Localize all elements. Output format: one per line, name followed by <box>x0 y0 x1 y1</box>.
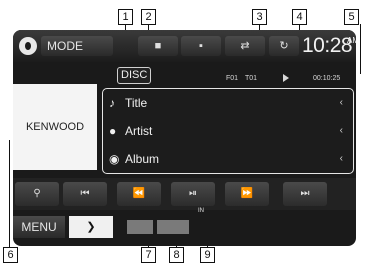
source-badge: DISC <box>117 67 152 84</box>
music-note-icon: ♪ <box>109 96 115 110</box>
indicator-7 <box>127 220 153 234</box>
callout-8: 8 <box>169 247 184 263</box>
skip-forward-icon: ⏭ <box>300 188 310 199</box>
next-track-button[interactable]: ⏭ <box>283 182 327 206</box>
tag-label-album: Album <box>125 152 160 166</box>
tag-label-title: Title <box>125 96 148 110</box>
next-page-button[interactable]: ❯ <box>69 216 113 238</box>
callout-4: 4 <box>292 9 307 25</box>
folder-number: F01 <box>226 75 239 82</box>
repeat-button[interactable]: ↻ <box>269 36 299 56</box>
tag-row-title[interactable]: ♪ Title ‹ <box>103 89 353 117</box>
indicator-8 <box>157 220 189 234</box>
tag-label-artist: Artist <box>125 124 153 138</box>
callout-2: 2 <box>141 9 156 25</box>
disc-source-icon <box>19 37 37 55</box>
tag-row-artist[interactable]: ● Artist ‹ <box>103 117 353 145</box>
top-bar: MODE ■ ▪ ⇄ ↻ 10:28 AM <box>13 30 356 62</box>
search-icon: ⚲ <box>33 188 41 199</box>
artwork[interactable]: KENWOOD <box>13 84 97 170</box>
random-button[interactable]: ⇄ <box>225 36 265 56</box>
play-pause-button[interactable]: ⏯ <box>171 182 215 206</box>
tag-info-panel: ♪ Title ‹ ● Artist ‹ ◉ Album ‹ <box>102 88 354 174</box>
chevron-left-icon: ‹ <box>339 125 343 136</box>
callout-line-6 <box>9 140 10 247</box>
elapsed-time: 00:10:25 <box>313 75 341 82</box>
callout-line-5 <box>360 24 361 74</box>
track-number: T01 <box>245 75 258 82</box>
folder-list-button[interactable]: ■ <box>138 36 178 56</box>
clock: 10:28 <box>302 34 353 57</box>
play-status-icon <box>283 74 289 82</box>
chevron-right-icon: ❯ <box>86 221 96 233</box>
mode-button[interactable]: MODE <box>41 36 113 56</box>
add-folder-button[interactable]: ▪ <box>181 36 221 56</box>
callout-9: 9 <box>200 247 215 263</box>
source-control-screen: MODE ■ ▪ ⇄ ↻ 10:28 AM DISC F01 T01 00:10… <box>13 30 356 246</box>
menu-button[interactable]: MENU <box>13 216 65 238</box>
callout-1: 1 <box>118 9 133 25</box>
play-pause-icon: ⏯ <box>189 188 197 199</box>
rewind-button[interactable]: ⏪ <box>117 182 161 206</box>
fast-forward-icon: ⏩ <box>240 188 254 199</box>
previous-track-button[interactable]: ⏮ <box>63 182 107 206</box>
tag-row-album[interactable]: ◉ Album ‹ <box>103 145 353 173</box>
callout-5: 5 <box>344 9 359 25</box>
disc-in-indicator: IN <box>198 208 204 214</box>
search-button[interactable]: ⚲ <box>15 182 59 206</box>
callout-7: 7 <box>141 247 156 263</box>
chevron-left-icon: ‹ <box>339 97 343 108</box>
person-icon: ● <box>109 124 117 138</box>
fast-forward-button[interactable]: ⏩ <box>225 182 269 206</box>
callout-6: 6 <box>3 247 18 263</box>
skip-back-icon: ⏮ <box>80 188 90 199</box>
control-bar: ⚲ ⏮ ⏪ ⏯ ⏩ ⏭ <box>13 178 356 210</box>
rewind-icon: ⏪ <box>132 188 146 199</box>
disc-icon: ◉ <box>109 152 120 166</box>
clock-ampm: AM <box>347 36 356 45</box>
callout-3: 3 <box>252 9 267 25</box>
chevron-left-icon: ‹ <box>339 153 343 164</box>
